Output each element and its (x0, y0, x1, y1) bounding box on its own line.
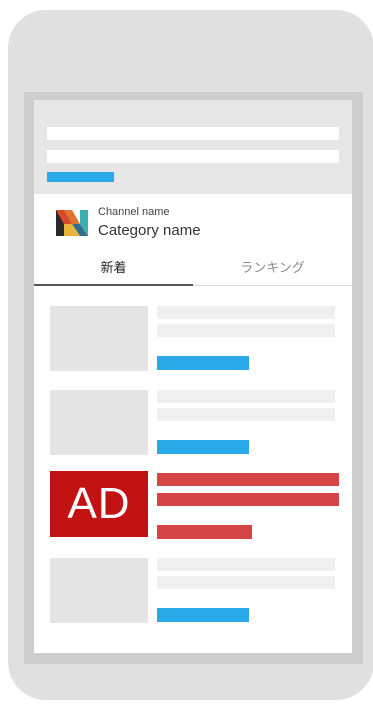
active-tab-indicator (34, 284, 193, 286)
thumbnail-placeholder (50, 558, 148, 623)
meta-bar (157, 356, 249, 370)
ad-title-placeholder (157, 473, 339, 486)
tab-ranking[interactable]: ランキング (193, 257, 352, 276)
top-banner[interactable] (34, 100, 352, 194)
meta-bar (157, 608, 249, 622)
tab-new[interactable]: 新着 (34, 257, 193, 276)
category-name: Category name (98, 222, 201, 239)
ad-title-placeholder (157, 493, 339, 506)
ad-list-item[interactable]: AD (34, 471, 352, 541)
n-logo-icon (56, 210, 88, 236)
ad-meta-bar (157, 525, 252, 539)
title-placeholder (157, 306, 335, 319)
app-screen: Channel name Category name 新着 ランキング AD (34, 100, 352, 653)
list-item[interactable] (34, 558, 352, 628)
list-item[interactable] (34, 390, 352, 460)
meta-bar (157, 440, 249, 454)
title-placeholder (157, 408, 335, 421)
title-placeholder (157, 324, 335, 337)
title-placeholder (157, 390, 335, 403)
thumbnail-placeholder (50, 306, 148, 371)
banner-link-bar[interactable] (47, 172, 114, 182)
channel-name: Channel name (98, 206, 170, 218)
ad-thumbnail: AD (50, 471, 148, 537)
title-placeholder (157, 576, 335, 589)
banner-text-line (47, 127, 339, 140)
banner-text-line (47, 150, 339, 163)
list-item[interactable] (34, 306, 352, 376)
thumbnail-placeholder (50, 390, 148, 455)
title-placeholder (157, 558, 335, 571)
